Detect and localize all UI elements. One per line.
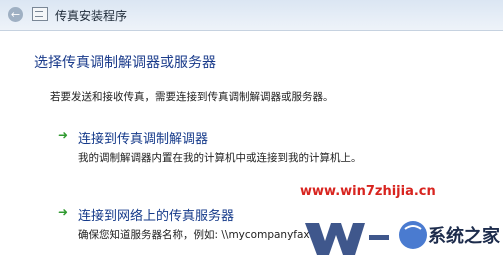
page-heading: 选择传真调制解调器或服务器 xyxy=(34,55,216,71)
green-arrow-icon: ➜ xyxy=(58,128,69,142)
green-arrow-icon: ➜ xyxy=(58,205,69,219)
back-button[interactable]: ← xyxy=(8,7,23,22)
option-title[interactable]: 连接到传真调制解调器 xyxy=(78,128,208,147)
description-text: 若要发送和接收传真，需要连接到传真调制解调器或服务器。 xyxy=(50,91,334,103)
title-bar: ← 传真安装程序 xyxy=(0,0,503,31)
option-title[interactable]: 连接到网络上的传真服务器 xyxy=(78,205,234,224)
option-subtitle: 确保您知道服务器名称，例如: \\mycompanyfax xyxy=(78,229,310,241)
watermark-url: www.win7zhijia.cn xyxy=(300,184,436,199)
fax-icon xyxy=(32,7,48,21)
window-title: 传真安装程序 xyxy=(55,9,128,23)
back-arrow-icon: ← xyxy=(10,8,21,21)
watermark-brand-text: 系统之家 xyxy=(428,226,500,247)
option-subtitle: 我的调制解调器内置在我的计算机中或连接到我的计算机上。 xyxy=(78,152,362,164)
